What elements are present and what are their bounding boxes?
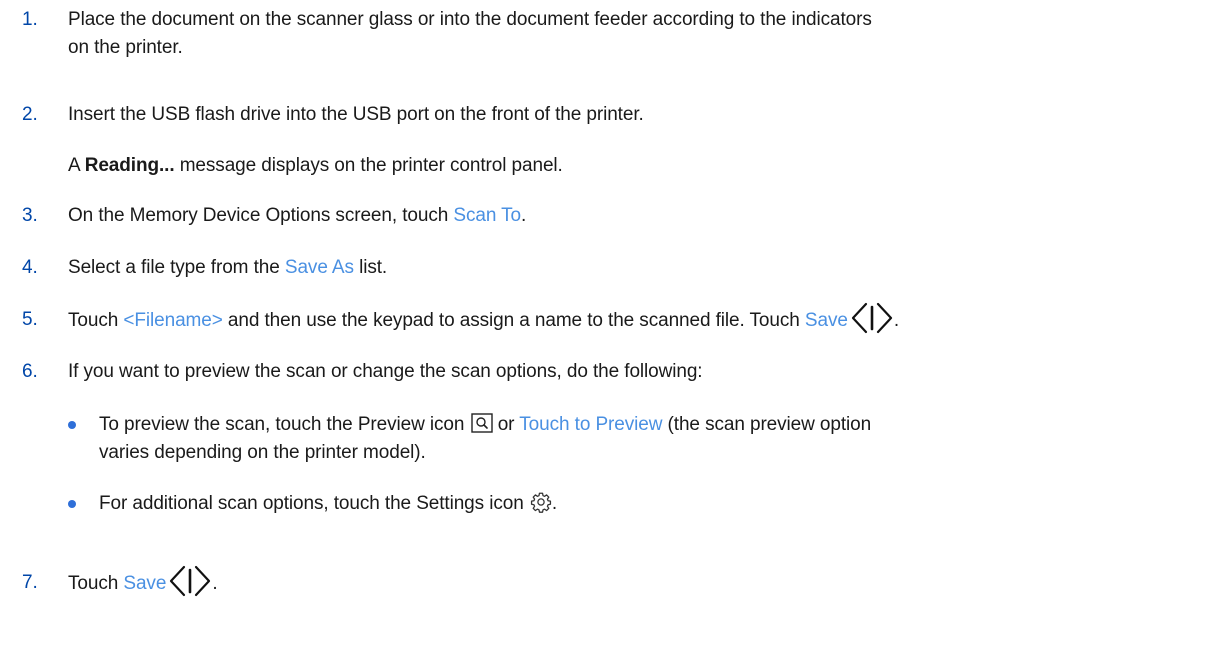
reading-message: Reading... bbox=[84, 155, 175, 176]
bullet-text-before: For additional scan options, touch the S… bbox=[99, 493, 524, 514]
step-text-before: Select a file type from the bbox=[68, 257, 280, 278]
step-text-before: Touch bbox=[68, 310, 119, 332]
bullet-text-after: . bbox=[551, 493, 558, 514]
step-text: Touch <Filename> and then use the keypad… bbox=[68, 302, 1193, 336]
step-text-line: on the printer. bbox=[68, 37, 183, 58]
save-as-link[interactable]: Save As bbox=[285, 257, 354, 278]
gear-icon bbox=[530, 492, 551, 513]
step-text: Place the document on the scanner glass … bbox=[68, 6, 1193, 61]
step-number: 6. bbox=[22, 361, 38, 382]
step-text: Insert the USB flash drive into the USB … bbox=[68, 104, 644, 125]
start-icon bbox=[851, 302, 892, 334]
note-prefix: A bbox=[68, 155, 80, 176]
bullet-dot bbox=[68, 421, 76, 429]
step-text: If you want to preview the scan or chang… bbox=[68, 361, 703, 382]
step-text-after: list. bbox=[359, 257, 388, 278]
step-text-after: . bbox=[893, 310, 900, 332]
scan-to-link[interactable]: Scan To bbox=[453, 205, 521, 226]
step-text-after: . bbox=[521, 205, 527, 226]
step-text: Select a file type from the Save As list… bbox=[68, 254, 1193, 281]
step-number: 3. bbox=[22, 205, 38, 226]
step-text: Touch Save. bbox=[68, 565, 1193, 599]
bullet-text-after: (the scan preview option bbox=[667, 414, 872, 435]
touch-to-preview-link[interactable]: Touch to Preview bbox=[519, 414, 662, 435]
step-text-before: On the Memory Device Options screen, tou… bbox=[68, 205, 449, 226]
start-icon bbox=[170, 565, 211, 597]
step-text-before: Touch bbox=[68, 573, 119, 595]
bullet-line: To preview the scan, touch the Preview i… bbox=[99, 411, 1189, 438]
step-number: 7. bbox=[22, 572, 38, 593]
step-number: 4. bbox=[22, 257, 38, 278]
step-text-line: Place the document on the scanner glass … bbox=[68, 9, 872, 30]
bullet-text: For additional scan options, touch the S… bbox=[99, 490, 1189, 517]
bullet-dot bbox=[68, 500, 76, 508]
step-text-after: . bbox=[212, 573, 218, 595]
step-number: 1. bbox=[22, 9, 38, 30]
bullet-line: varies depending on the printer model). bbox=[99, 442, 426, 463]
step-note: A Reading... message displays on the pri… bbox=[68, 152, 1193, 179]
step-text: On the Memory Device Options screen, tou… bbox=[68, 202, 1193, 229]
filename-link[interactable]: <Filename> bbox=[123, 310, 222, 331]
save-link[interactable]: Save bbox=[805, 310, 848, 331]
step-text-middle: and then use the keypad to assign a name… bbox=[227, 310, 800, 332]
step-number: 5. bbox=[22, 309, 38, 330]
bullet-text: To preview the scan, touch the Preview i… bbox=[99, 411, 1189, 466]
note-suffix: message displays on the printer control … bbox=[179, 155, 563, 176]
preview-icon bbox=[470, 413, 493, 433]
bullet-text-before: To preview the scan, touch the Preview i… bbox=[99, 414, 465, 435]
bullet-text-or: or bbox=[497, 414, 515, 435]
step-number: 2. bbox=[22, 104, 38, 125]
save-link[interactable]: Save bbox=[123, 573, 166, 594]
